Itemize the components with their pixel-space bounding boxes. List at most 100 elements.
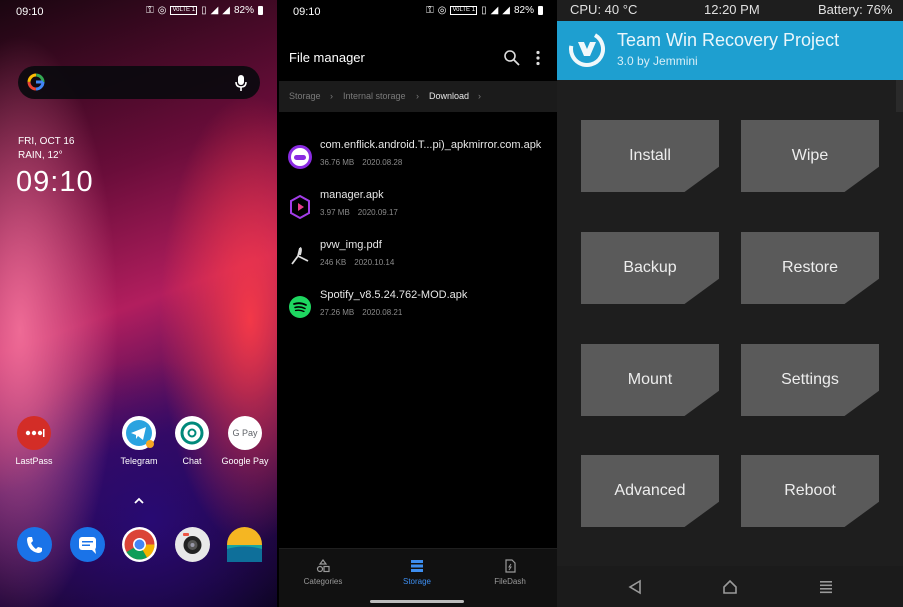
app-drawer-chevron-icon[interactable] [133, 496, 145, 506]
home-icon[interactable] [722, 579, 738, 595]
file-meta: 27.26 MB 2020.08.21 [320, 308, 402, 317]
tab-storage[interactable]: Storage [382, 559, 452, 586]
messages-icon[interactable] [70, 527, 105, 562]
breadcrumb-separator-icon: › [416, 91, 419, 101]
settings-button[interactable]: Settings [741, 344, 879, 416]
backup-button[interactable]: Backup [581, 232, 719, 304]
phone-icon[interactable] [17, 527, 52, 562]
storage-icon [411, 560, 423, 572]
breadcrumb-separator-icon: › [478, 91, 481, 101]
status-icons: ⚿ ◎ VoLTE 1 ▯ ◢ ◢ 82% [146, 5, 263, 16]
breadcrumb-internal-storage[interactable]: Internal storage [343, 91, 406, 101]
twrp-navigation-bar [557, 566, 903, 607]
tab-label: FileDash [494, 577, 526, 586]
signal-icon: ◢ [490, 5, 499, 16]
google-search-bar[interactable] [18, 66, 260, 99]
status-time: 09:10 [293, 6, 321, 18]
signal-icon: ◢ [210, 5, 219, 16]
signal-icon-2: ◢ [502, 5, 510, 16]
microphone-icon[interactable] [234, 74, 248, 92]
signal-icon-2: ◢ [222, 5, 230, 16]
textnow-icon [288, 145, 312, 169]
advanced-button[interactable]: Advanced [581, 455, 719, 527]
wipe-button[interactable]: Wipe [741, 120, 879, 192]
home-screen: 09:10 ⚿ ◎ VoLTE 1 ▯ ◢ ◢ 82% FRI, OCT 16 … [0, 0, 277, 607]
tab-label: Storage [402, 577, 432, 586]
app-label-chat: Chat [182, 456, 202, 466]
twrp-battery: Battery: 76% [818, 2, 893, 17]
log-menu-icon[interactable] [818, 579, 834, 595]
file-row[interactable]: manager.apk 3.97 MB 2020.09.17 [279, 186, 557, 236]
file-row[interactable]: pvw_img.pdf 246 KB 2020.10.14 [279, 236, 557, 286]
search-icon[interactable] [503, 49, 521, 67]
bottom-navigation: Categories Storage FileDash [279, 548, 557, 607]
file-date: 2020.08.21 [362, 308, 403, 317]
key-icon: ⚿ [426, 5, 434, 16]
app-chat[interactable]: Chat [162, 416, 222, 466]
battery-percent: 82% [233, 5, 254, 16]
gesture-bar[interactable] [370, 600, 464, 603]
file-row[interactable]: Spotify_v8.5.24.762-MOD.apk 27.26 MB 2020… [279, 286, 557, 336]
weather-date[interactable]: FRI, OCT 16 [18, 136, 75, 147]
twrp-status-bar: CPU: 40 °C 12:20 PM Battery: 76% [557, 0, 903, 21]
cpu-temp: CPU: 40 °C [570, 2, 638, 17]
file-name: Spotify_v8.5.24.762-MOD.apk [320, 289, 468, 301]
battery-icon [258, 6, 263, 15]
page-title: File manager [289, 50, 365, 65]
back-icon[interactable] [627, 579, 643, 595]
twrp-header: Team Win Recovery Project 3.0 by Jemmini [557, 21, 903, 80]
battery-icon [538, 6, 543, 15]
app-google-pay[interactable]: G Pay Google Pay [215, 416, 275, 466]
file-size: 3.97 MB [320, 208, 350, 217]
tab-label: Categories [303, 577, 343, 586]
volte-badge: VoLTE 1 [450, 6, 478, 15]
breadcrumb-download[interactable]: Download [429, 91, 469, 101]
battery-percent: 82% [513, 5, 534, 16]
file-date: 2020.08.28 [362, 158, 403, 167]
lastpass-icon [17, 416, 51, 450]
vibrate-icon: ▯ [481, 5, 487, 16]
chat-icon [175, 416, 209, 450]
chrome-icon[interactable] [122, 527, 157, 562]
google-pay-icon: G Pay [228, 416, 262, 450]
app-label-telegram: Telegram [120, 456, 158, 466]
app-label-lastpass: LastPass [15, 456, 53, 466]
mount-button[interactable]: Mount [581, 344, 719, 416]
file-size: 36.76 MB [320, 158, 355, 167]
breadcrumb-separator-icon: › [330, 91, 333, 101]
app-telegram[interactable]: Telegram [109, 416, 169, 466]
home-clock[interactable]: 09:10 [16, 166, 94, 199]
restore-button[interactable]: Restore [741, 232, 879, 304]
status-bar: 09:10 ⚿ ◎ VoLTE 1 ▯ ◢ ◢ 82% [0, 0, 277, 24]
status-time: 09:10 [16, 6, 44, 18]
breadcrumb-storage[interactable]: Storage [289, 91, 321, 101]
install-button[interactable]: Install [581, 120, 719, 192]
file-meta: 36.76 MB 2020.08.28 [320, 158, 402, 167]
reboot-button[interactable]: Reboot [741, 455, 879, 527]
twrp-logo-icon [569, 31, 605, 67]
weather-condition[interactable]: RAIN, 12° [18, 150, 63, 161]
manager-app-icon [290, 194, 310, 220]
status-bar: 09:10 ⚿ ◎ VoLTE 1 ▯ ◢ ◢ 82% [279, 0, 557, 24]
tab-categories[interactable]: Categories [288, 559, 358, 586]
status-icons: ⚿ ◎ VoLTE 1 ▯ ◢ ◢ 82% [426, 5, 543, 16]
tab-filedash[interactable]: FileDash [475, 559, 545, 586]
categories-icon [316, 559, 330, 573]
file-date: 2020.09.17 [357, 208, 398, 217]
weather-icon[interactable] [227, 527, 262, 562]
app-lastpass[interactable]: LastPass [4, 416, 64, 466]
more-options-icon[interactable] [535, 50, 541, 66]
file-row[interactable]: com.enflick.android.T...pi)_apkmirror.co… [279, 136, 557, 186]
file-meta: 246 KB 2020.10.14 [320, 258, 394, 267]
telegram-icon [122, 416, 156, 450]
volte-badge: VoLTE 1 [170, 6, 198, 15]
hotspot-icon: ◎ [157, 5, 167, 16]
google-logo-icon [27, 73, 45, 91]
camera-icon[interactable] [175, 527, 210, 562]
file-meta: 3.97 MB 2020.09.17 [320, 208, 398, 217]
file-name: manager.apk [320, 189, 384, 201]
file-manager-screen: 09:10 ⚿ ◎ VoLTE 1 ▯ ◢ ◢ 82% File manager… [279, 0, 557, 607]
breadcrumb: Storage › Internal storage › Download › [279, 81, 557, 112]
twrp-time: 12:20 PM [704, 2, 760, 17]
file-name: pvw_img.pdf [320, 239, 382, 251]
